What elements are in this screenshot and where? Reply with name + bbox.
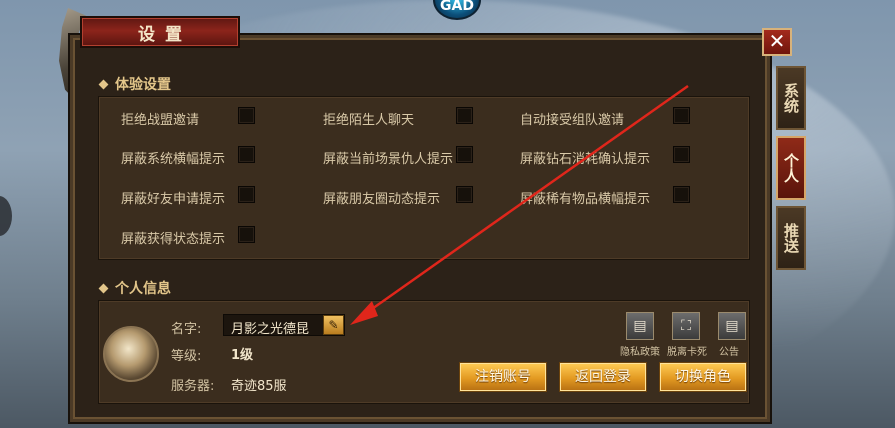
notice-icon: ▤ — [725, 318, 739, 334]
tab-system[interactable]: 系统 — [776, 66, 806, 130]
option-label: 屏蔽获得状态提示 — [121, 232, 226, 247]
experience-section-title: 体验设置 — [115, 77, 171, 93]
option-label: 屏蔽朋友圈动态提示 — [323, 192, 441, 207]
option-label: 屏蔽好友申请提示 — [121, 192, 226, 207]
tab-personal-label: 个人 — [782, 153, 800, 183]
window-title-plate: 设置 — [80, 16, 240, 48]
option-checkbox[interactable] — [456, 107, 473, 124]
switch-role-button[interactable]: 切换角色 — [659, 362, 747, 392]
name-value: 月影之光德昆 — [231, 322, 310, 337]
option-label: 屏蔽稀有物品横幅提示 — [520, 192, 651, 207]
option-label: 屏蔽系统横幅提示 — [121, 152, 226, 167]
level-label: 等级: — [171, 349, 202, 364]
tab-push[interactable]: 推送 — [776, 206, 806, 270]
window-title: 设置 — [138, 24, 192, 45]
privacy-policy-button[interactable]: ▤ — [626, 312, 654, 340]
document-icon: ▤ — [633, 318, 647, 334]
option-checkbox[interactable] — [238, 107, 255, 124]
personal-section-header: 个人信息 — [98, 278, 171, 298]
diamond-bullet-icon — [98, 283, 109, 293]
tab-personal[interactable]: 个人 — [776, 136, 806, 200]
logout-button[interactable]: 注销账号 — [459, 362, 547, 392]
option-label: 自动接受组队邀请 — [520, 113, 625, 128]
edit-name-button[interactable]: ✎ — [323, 315, 344, 335]
privacy-policy-label: 隐私政策 — [620, 347, 660, 358]
unstuck-button[interactable]: ⛶ — [672, 312, 700, 340]
unstuck-label: 脱离卡死 — [667, 347, 707, 358]
option-checkbox[interactable] — [673, 146, 690, 163]
avatar[interactable] — [103, 326, 159, 382]
unstuck-icon: ⛶ — [681, 318, 691, 334]
tab-system-label: 系统 — [782, 83, 800, 113]
option-label: 屏蔽当前场景仇人提示 — [323, 152, 454, 167]
close-button[interactable]: ✕ — [762, 28, 792, 56]
option-checkbox[interactable] — [238, 226, 255, 243]
option-checkbox[interactable] — [456, 186, 473, 203]
name-label: 名字: — [171, 322, 202, 337]
option-checkbox[interactable] — [673, 107, 690, 124]
pencil-icon: ✎ — [328, 318, 339, 332]
level-value: 1级 — [231, 348, 254, 363]
notice-label: 公告 — [719, 347, 739, 358]
option-checkbox[interactable] — [673, 186, 690, 203]
option-label: 屏蔽钻石消耗确认提示 — [520, 152, 651, 167]
experience-section-header: 体验设置 — [98, 74, 171, 94]
server-label: 服务器: — [171, 379, 215, 394]
diamond-bullet-icon — [98, 79, 109, 89]
option-checkbox[interactable] — [456, 146, 473, 163]
back-to-login-button[interactable]: 返回登录 — [559, 362, 647, 392]
notice-button[interactable]: ▤ — [718, 312, 746, 340]
tab-push-label: 推送 — [782, 223, 800, 253]
option-checkbox[interactable] — [238, 146, 255, 163]
option-checkbox[interactable] — [238, 186, 255, 203]
option-label: 拒绝战盟邀请 — [121, 113, 200, 128]
option-label: 拒绝陌生人聊天 — [323, 113, 415, 128]
server-value: 奇迹85服 — [231, 379, 287, 394]
personal-section-title: 个人信息 — [115, 281, 171, 297]
